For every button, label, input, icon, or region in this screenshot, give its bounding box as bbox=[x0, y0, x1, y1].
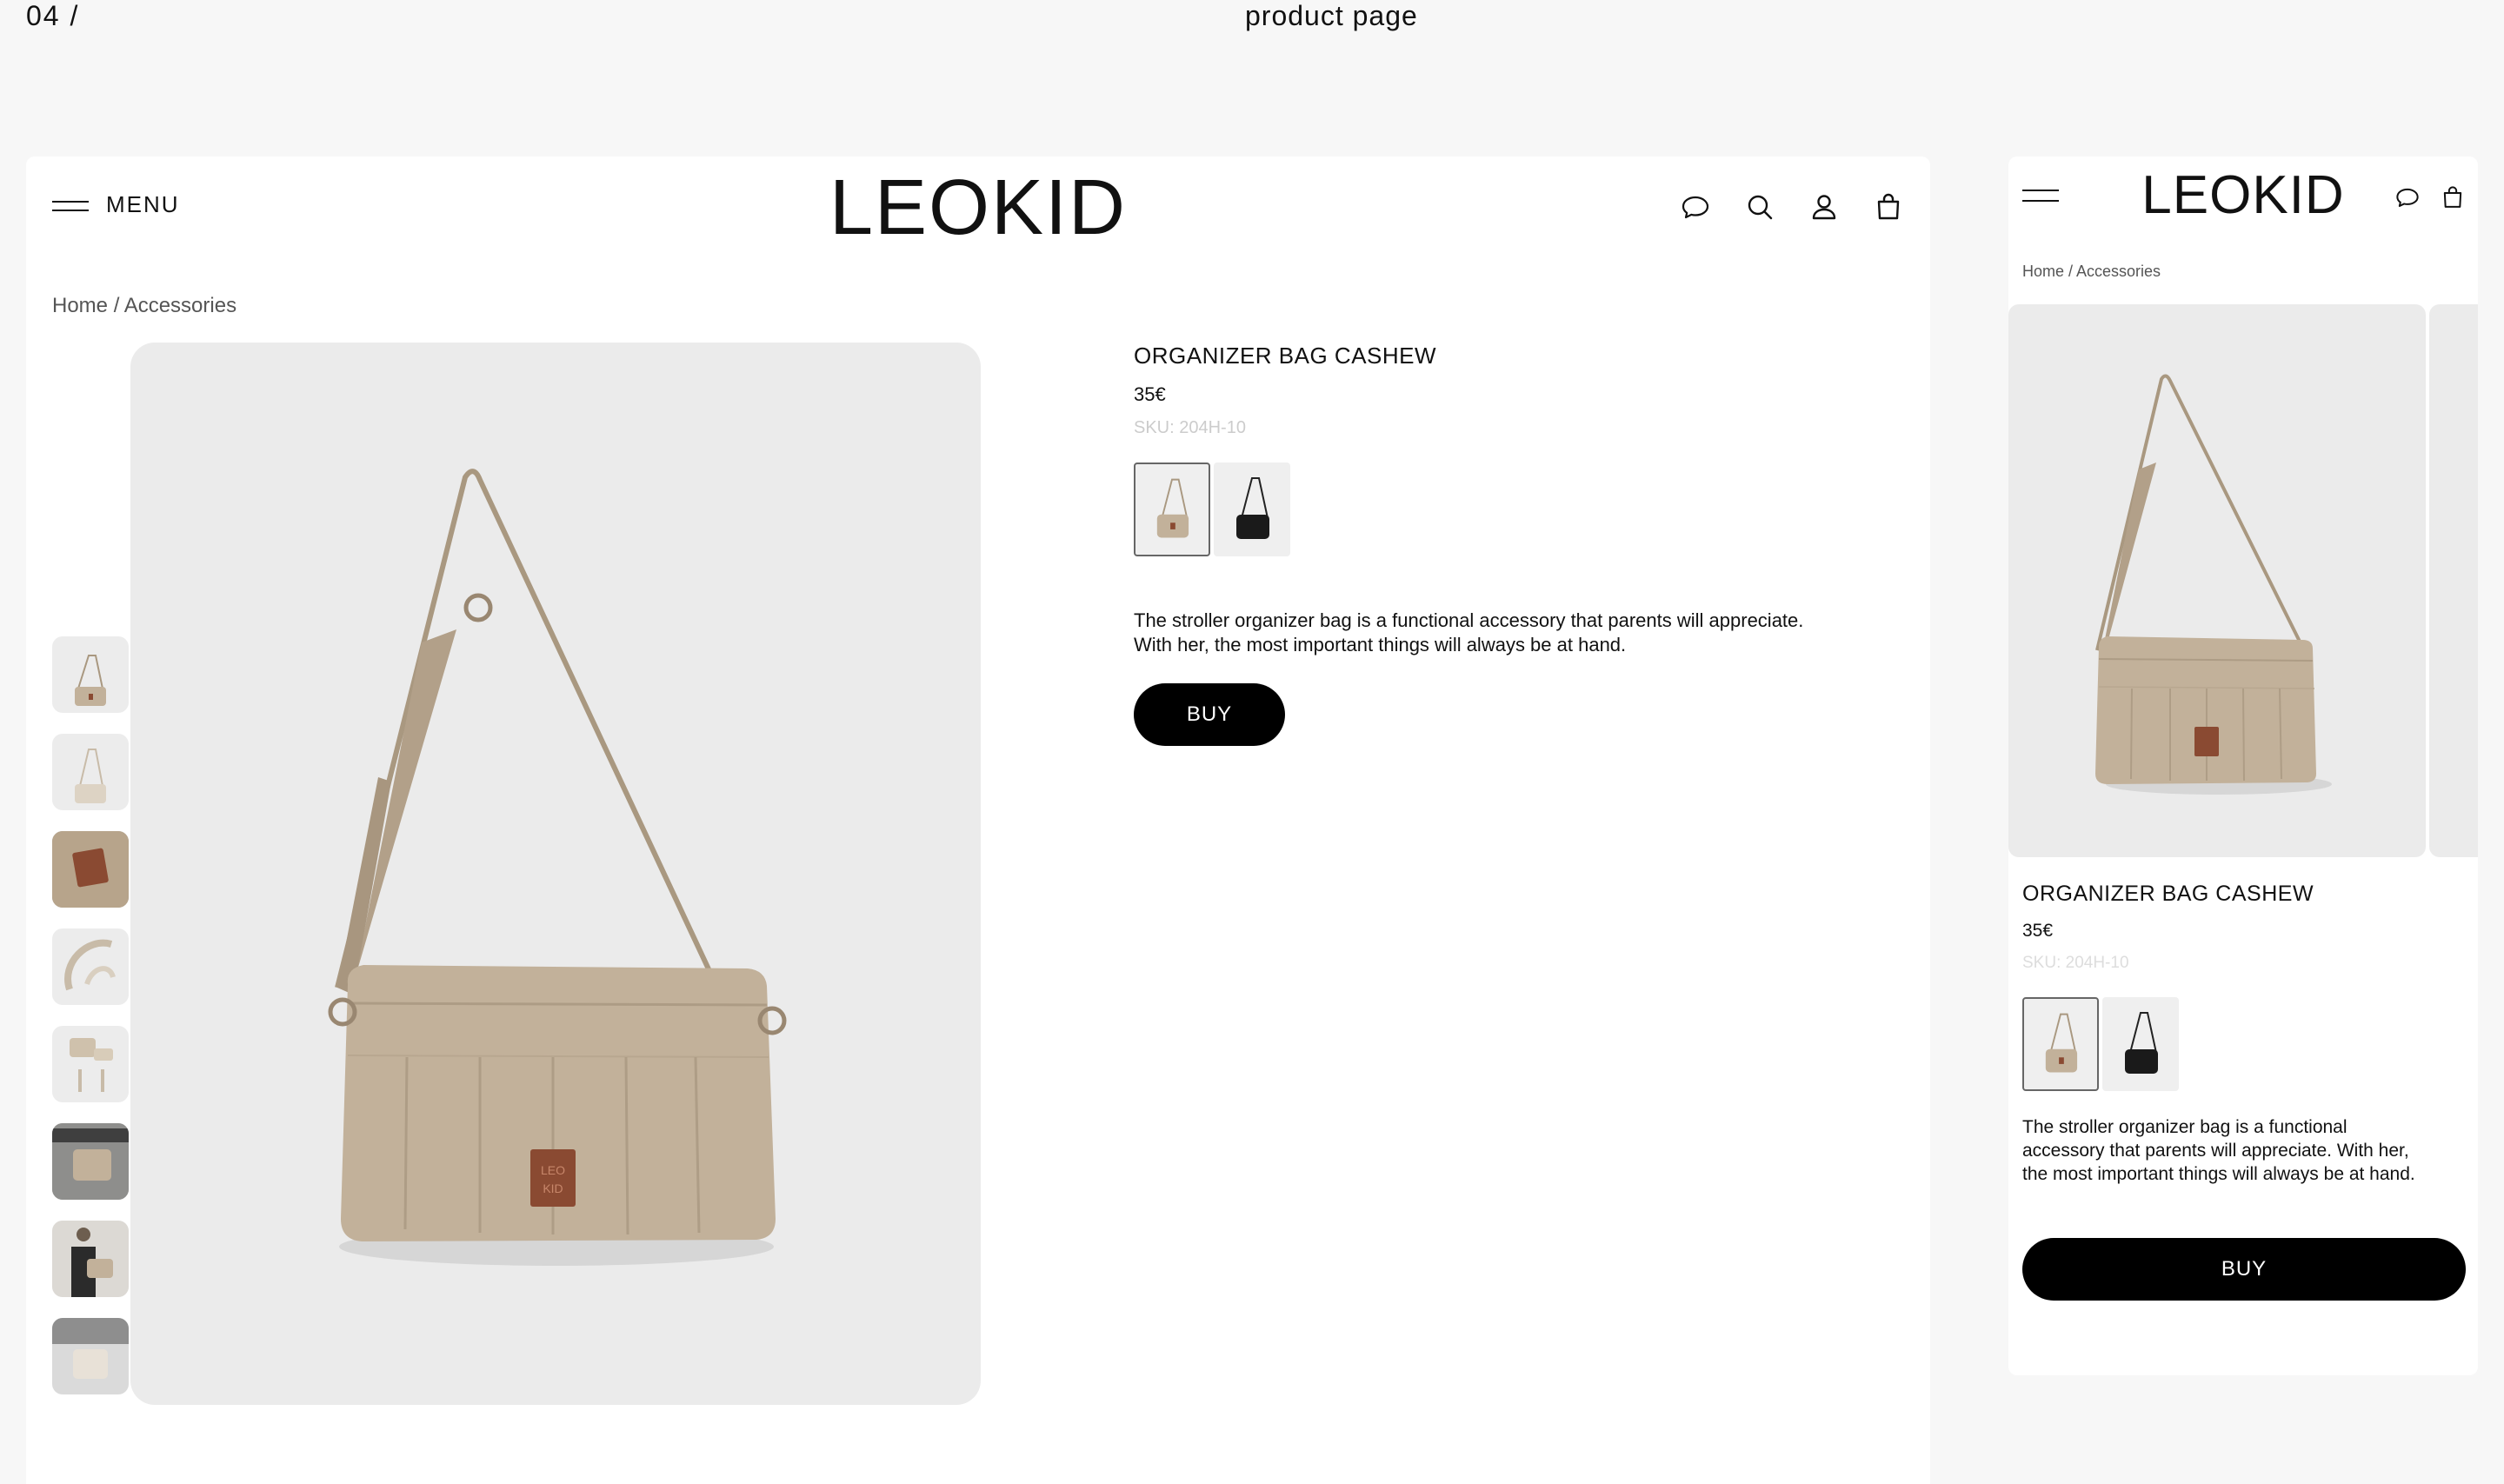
product-description: The stroller organizer bag is a function… bbox=[1134, 609, 1881, 657]
swatch-cashew[interactable] bbox=[1134, 463, 1210, 556]
buy-button[interactable]: BUY bbox=[1134, 683, 1285, 746]
slide-number: 04 / bbox=[26, 0, 80, 31]
thumbnail-patch-detail[interactable] bbox=[52, 831, 129, 908]
swatch-cashew[interactable] bbox=[2022, 997, 2099, 1091]
product-description-line-2: With her, the most important things will… bbox=[1134, 634, 1627, 655]
mobile-product-info: ORGANIZER BAG CASHEW 35€ SKU: 204H-10 Th… bbox=[2022, 882, 2466, 1301]
logo[interactable]: LEOKID bbox=[26, 169, 1930, 247]
swatch-black[interactable] bbox=[1214, 463, 1290, 556]
product-price: 35€ bbox=[1134, 383, 1166, 405]
product-description: The stroller organizer bag is a function… bbox=[2022, 1117, 2415, 1184]
thumbnail-on-stroller[interactable] bbox=[52, 1123, 129, 1200]
product-price: 35€ bbox=[2022, 921, 2054, 941]
header-icons bbox=[1680, 191, 1904, 223]
svg-text:KID: KID bbox=[543, 1181, 563, 1195]
mobile-header-icons bbox=[2394, 184, 2466, 210]
bag-icon[interactable] bbox=[2440, 184, 2466, 210]
thumbnail-model[interactable] bbox=[52, 1221, 129, 1297]
mobile-product-image[interactable] bbox=[2008, 304, 2426, 857]
mobile-product-page: LEOKID Home / Accessories ORGANIZER BAG … bbox=[2008, 156, 2478, 1375]
thumbnail-stroller-2[interactable] bbox=[52, 1318, 129, 1394]
site-header: MENU LEOKID bbox=[26, 156, 1930, 261]
product-info: ORGANIZER BAG CASHEW 35€ SKU: 204H-10 Th… bbox=[1134, 343, 1881, 746]
product-name: ORGANIZER BAG CASHEW bbox=[1134, 343, 1437, 369]
chat-icon[interactable] bbox=[1680, 191, 1711, 223]
product-description-line-1: The stroller organizer bag is a function… bbox=[1134, 609, 1804, 631]
product-name: ORGANIZER BAG CASHEW bbox=[2022, 882, 2314, 906]
color-swatches bbox=[1134, 463, 1881, 556]
thumbnail-bag-back[interactable] bbox=[52, 734, 129, 810]
thumbnail-bag-front[interactable] bbox=[52, 636, 129, 713]
thumbnail-strap-detail[interactable] bbox=[52, 928, 129, 1005]
slide-title: product page bbox=[1245, 0, 1418, 31]
breadcrumb[interactable]: Home / Accessories bbox=[2022, 263, 2161, 281]
bag-icon[interactable] bbox=[1873, 191, 1904, 223]
buy-button[interactable]: BUY bbox=[2022, 1238, 2466, 1301]
product-sku: SKU: 204H-10 bbox=[1134, 418, 1246, 437]
swatch-black[interactable] bbox=[2102, 997, 2179, 1091]
main-product-image[interactable]: LEO KID bbox=[130, 343, 981, 1405]
chat-icon[interactable] bbox=[2394, 184, 2421, 210]
desktop-product-page: MENU LEOKID Home / Accessories LEO KID O… bbox=[26, 156, 1930, 1484]
color-swatches bbox=[2022, 997, 2466, 1091]
breadcrumb[interactable]: Home / Accessories bbox=[52, 294, 236, 318]
thumbnail-bag-open[interactable] bbox=[52, 1026, 129, 1102]
svg-text:LEO: LEO bbox=[541, 1163, 565, 1177]
user-icon[interactable] bbox=[1808, 191, 1840, 223]
search-icon[interactable] bbox=[1744, 191, 1775, 223]
mobile-next-image[interactable] bbox=[2429, 304, 2478, 857]
thumbnail-list bbox=[52, 636, 129, 1394]
product-sku: SKU: 204H-10 bbox=[2022, 954, 2129, 972]
